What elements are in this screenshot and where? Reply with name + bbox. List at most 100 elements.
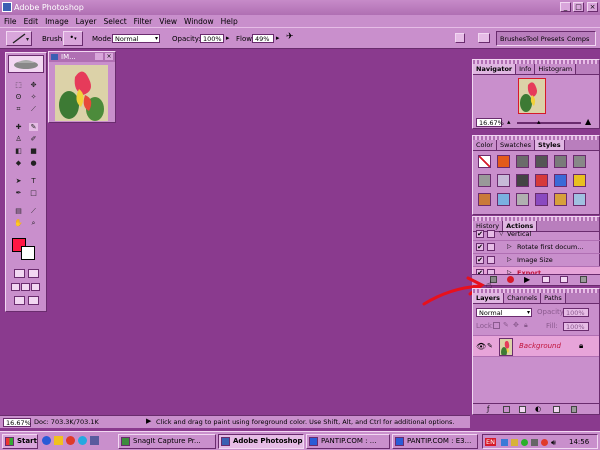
start-button[interactable]: Start [2, 434, 38, 449]
blend-mode-select[interactable]: Normal ▾ [476, 308, 532, 317]
action-row-rotate[interactable]: ✔ ▷ Rotate first docum... [473, 241, 600, 254]
tool-preset-picker[interactable] [6, 31, 32, 46]
magic-wand-tool-icon[interactable]: ✧ [29, 93, 38, 101]
task-snagit[interactable]: SnagIt Capture Pr... [118, 434, 216, 449]
quick-mask-mode-icon[interactable] [28, 269, 39, 278]
adjustment-layer-icon[interactable]: ◐ [535, 405, 541, 413]
adobe-online-icon[interactable] [8, 55, 44, 73]
style-swatch[interactable] [478, 155, 491, 168]
clone-stamp-tool-icon[interactable]: ♙ [14, 135, 23, 143]
task-photoshop[interactable]: Adobe Photoshop [218, 434, 304, 449]
skype-quicklaunch-icon[interactable] [78, 436, 87, 445]
menu-edit[interactable]: Edit [24, 17, 39, 26]
style-swatch[interactable] [535, 193, 548, 206]
tab-styles[interactable]: Styles [535, 140, 565, 150]
record-icon[interactable] [507, 276, 514, 283]
document-canvas[interactable] [55, 65, 108, 121]
tray-icon-1[interactable] [501, 439, 508, 446]
action-dialog-toggle[interactable] [487, 243, 495, 251]
status-zoom-field[interactable]: 16.67% [3, 418, 31, 427]
background-color-swatch[interactable] [21, 246, 35, 260]
new-set-icon[interactable] [542, 276, 550, 283]
style-swatch[interactable] [497, 174, 510, 187]
zoom-tool-icon[interactable]: ⌕ [29, 219, 38, 227]
tab-channels[interactable]: Channels [504, 293, 542, 303]
menu-view[interactable]: View [159, 17, 177, 26]
layer-style-icon[interactable]: ƒ [487, 405, 489, 413]
zoom-out-icon[interactable]: ▴ [507, 118, 511, 126]
print-icon[interactable] [478, 33, 490, 43]
style-swatch[interactable] [497, 155, 510, 168]
tab-swatches[interactable]: Swatches [496, 140, 536, 150]
tray-icon-3[interactable] [521, 439, 528, 446]
tab-color[interactable]: Color [473, 140, 497, 150]
well-tab-comps[interactable]: Comps [567, 35, 589, 43]
action-dialog-toggle[interactable] [487, 256, 495, 264]
tab-info[interactable]: Info [516, 64, 536, 74]
eraser-tool-icon[interactable]: ◧ [14, 147, 23, 155]
action-row-vertical[interactable]: ✔ ▽ Vertical [473, 228, 600, 241]
brush-picker[interactable]: •▾ [63, 31, 83, 46]
eyedropper-tool-icon[interactable]: ⟋ [29, 207, 38, 215]
brush-tool-icon[interactable]: ✎ [29, 123, 38, 131]
screen-mode-full-icon[interactable] [31, 283, 40, 291]
style-swatch[interactable] [573, 155, 586, 168]
notes-tool-icon[interactable]: ▤ [14, 207, 23, 215]
style-swatch[interactable] [554, 155, 567, 168]
style-swatch[interactable] [516, 155, 529, 168]
file-browser-icon[interactable] [455, 33, 465, 43]
action-toggle-check[interactable]: ✔ [476, 256, 484, 264]
lock-image-icon[interactable]: ✎ [503, 321, 509, 329]
tray-icon-2[interactable] [511, 439, 518, 446]
app-quicklaunch-icon[interactable] [90, 436, 99, 445]
expand-arrow-icon[interactable]: ▽ [499, 228, 504, 240]
menu-window[interactable]: Window [184, 17, 214, 26]
lock-transparent-icon[interactable] [493, 322, 500, 329]
well-tab-brushes[interactable]: Brushes [500, 35, 526, 43]
lasso-tool-icon[interactable]: ʘ [14, 93, 23, 101]
action-toggle-check[interactable]: ✔ [476, 230, 484, 238]
opacity-slider-toggle[interactable]: ▸ [226, 34, 230, 42]
flow-field[interactable]: 49% [252, 34, 274, 43]
mode-select[interactable]: Normal ▾ [112, 34, 160, 43]
layer-opacity-field[interactable]: 100% [563, 308, 589, 317]
shape-tool-icon[interactable]: □ [29, 189, 38, 197]
style-swatch[interactable] [554, 174, 567, 187]
tab-layers[interactable]: Layers [473, 293, 505, 303]
style-swatch[interactable] [516, 193, 529, 206]
language-indicator[interactable]: EN [485, 438, 496, 446]
dodge-tool-icon[interactable]: ● [29, 159, 38, 167]
opera-quicklaunch-icon[interactable] [66, 436, 75, 445]
delete-layer-icon[interactable] [571, 406, 577, 413]
ie-quicklaunch-icon[interactable] [42, 436, 51, 445]
action-dialog-toggle[interactable] [487, 230, 495, 238]
tray-icon-5[interactable] [541, 439, 548, 446]
opacity-field[interactable]: 100% [200, 34, 224, 43]
navigator-zoom-slider[interactable] [517, 122, 581, 124]
new-action-icon[interactable] [560, 276, 568, 283]
style-swatch[interactable] [497, 193, 510, 206]
minimize-button[interactable]: _ [560, 2, 571, 12]
tab-paths[interactable]: Paths [541, 293, 566, 303]
maximize-button[interactable]: □ [573, 2, 584, 12]
style-swatch[interactable] [573, 193, 586, 206]
close-button[interactable]: × [587, 2, 598, 12]
tab-histogram[interactable]: Histogram [535, 64, 577, 74]
hand-tool-icon[interactable]: ✋ [14, 219, 23, 227]
action-toggle-check[interactable]: ✔ [476, 243, 484, 251]
type-tool-icon[interactable]: T [29, 177, 38, 185]
airbrush-icon[interactable]: ✈ [286, 32, 298, 44]
collapse-arrow-icon[interactable]: ▷ [507, 254, 512, 266]
crop-tool-icon[interactable]: ⌗ [14, 105, 23, 113]
flow-slider-toggle[interactable]: ▸ [276, 34, 280, 42]
style-swatch[interactable] [478, 193, 491, 206]
blur-tool-icon[interactable]: ◆ [14, 159, 23, 167]
tray-icon-4[interactable] [531, 439, 538, 446]
eye-icon[interactable]: 👁︎ [476, 342, 486, 351]
pen-tool-icon[interactable]: ✒ [14, 189, 23, 197]
menu-select[interactable]: Select [104, 17, 127, 26]
document-minimize-button[interactable] [95, 53, 103, 60]
style-swatch[interactable] [573, 174, 586, 187]
gradient-tool-icon[interactable]: ■ [29, 147, 38, 155]
jump-to-imageready-icon[interactable] [14, 296, 25, 305]
